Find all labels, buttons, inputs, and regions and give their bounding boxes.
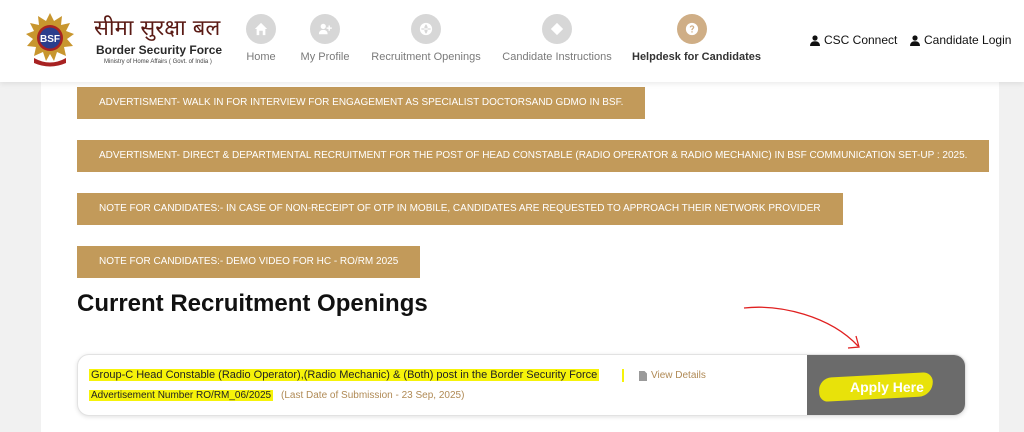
nav-helpdesk[interactable]: Helpdesk for Candidates	[632, 14, 761, 70]
nav-candidate-instructions-label: Candidate Instructions	[502, 51, 612, 63]
notice-head-constable-recruitment[interactable]: ADVERTISMENT- DIRECT & DEPARTMENTAL RECR…	[77, 140, 990, 172]
candidate-login-link[interactable]: Candidate Login	[910, 33, 1011, 47]
logo-ministry-text: Ministry of Home Affairs ( Govt. of Indi…	[104, 59, 212, 65]
document-icon	[639, 370, 647, 381]
last-date-of-submission: (Last Date of Submission - 23 Sep, 2025)	[281, 390, 465, 401]
svg-text:BSF: BSF	[40, 34, 60, 45]
opening-title: Group-C Head Constable (Radio Operator),…	[89, 369, 600, 381]
highlight-separator	[622, 369, 624, 382]
nav-helpdesk-label: Helpdesk for Candidates	[632, 51, 761, 63]
apply-here-button[interactable]: Apply Here	[807, 355, 965, 415]
apply-here-label: Apply Here	[850, 379, 924, 395]
nav-recruitment-openings[interactable]: Recruitment Openings	[370, 14, 482, 70]
view-details-label: View Details	[651, 370, 706, 381]
notice-walk-in-interview[interactable]: ADVERTISMENT- WALK IN FOR INTERVIEW FOR …	[77, 87, 646, 119]
nav-my-profile-label: My Profile	[300, 51, 350, 63]
logo-hindi-title: सीमा सुरक्षा बल	[94, 16, 221, 41]
nav-home[interactable]: Home	[241, 14, 281, 70]
bsf-logo[interactable]: BSF सीमा सुरक्षा बल Border Security Forc…	[22, 10, 222, 70]
globe-icon	[419, 22, 433, 36]
annotation-arrow-icon	[743, 306, 860, 349]
notice-otp-note[interactable]: NOTE FOR CANDIDATES:- IN CASE OF NON-REC…	[77, 193, 843, 225]
nav-recruitment-openings-label: Recruitment Openings	[371, 51, 481, 63]
site-header: BSF सीमा सुरक्षा बल Border Security Forc…	[0, 0, 1024, 82]
home-icon	[254, 22, 268, 36]
page-title: Current Recruitment Openings	[77, 290, 428, 317]
nav-my-profile[interactable]: My Profile	[297, 14, 353, 70]
user-icon	[910, 34, 920, 46]
candidate-login-label: Candidate Login	[924, 33, 1012, 47]
user-plus-icon	[318, 23, 332, 35]
nav-candidate-instructions[interactable]: Candidate Instructions	[499, 14, 615, 70]
notice-demo-video[interactable]: NOTE FOR CANDIDATES:- DEMO VIDEO FOR HC …	[77, 246, 421, 278]
csc-connect-link[interactable]: CSC Connect	[810, 33, 897, 47]
advertisement-number: Advertisement Number RO/RM_06/2025	[89, 390, 274, 401]
nav-home-label: Home	[246, 51, 276, 63]
csc-connect-label: CSC Connect	[824, 33, 898, 47]
user-icon	[810, 34, 820, 46]
diamond-icon	[550, 22, 564, 36]
recruitment-opening-card: Group-C Head Constable (Radio Operator),…	[77, 354, 966, 416]
view-details-link[interactable]: View Details	[639, 370, 706, 381]
bsf-emblem-icon: BSF	[26, 13, 74, 67]
help-icon	[685, 22, 699, 36]
logo-english-title: Border Security Force	[96, 43, 223, 57]
